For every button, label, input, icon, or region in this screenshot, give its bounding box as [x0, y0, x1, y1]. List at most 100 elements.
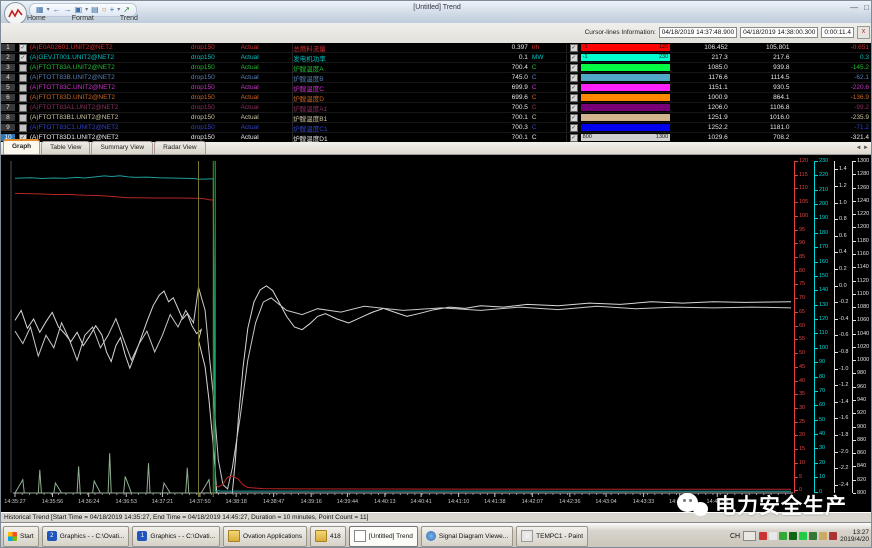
table-row[interactable]: 9(A)FTOTT83C1.UNIT2@NET2drop150Actual炉膛温…	[1, 123, 872, 133]
tab-scroll-arrows[interactable]: ◄ ►	[855, 145, 869, 151]
temp-axis-label: 920	[857, 410, 866, 416]
taskbar-button--untitled-trend[interactable]: ~[Untitled] Trend	[349, 526, 418, 547]
taskbar-button-ovation-applications[interactable]: Ovation Applications	[223, 526, 307, 547]
fuel-axis-label: 80	[799, 268, 805, 274]
tray-icon[interactable]	[809, 532, 817, 540]
scale-checkbox[interactable]: ✓	[570, 64, 578, 72]
fuel-axis-label: 110	[799, 185, 808, 191]
scale-color-bar[interactable]: 8001300	[581, 134, 671, 141]
tab-radar-view[interactable]: Radar View	[154, 141, 205, 154]
table-row[interactable]: 2✓(A)GEVJT001.UNIT2@NET2drop150Actual发电机…	[1, 53, 872, 63]
scale-color-bar[interactable]: -1230	[581, 54, 671, 61]
start-button[interactable]: Start	[3, 526, 39, 547]
minimize-button[interactable]: —	[850, 3, 858, 12]
visible-checkbox[interactable]	[19, 64, 27, 72]
visible-checkbox[interactable]	[19, 74, 27, 82]
scale-color-bar[interactable]: -1120	[581, 44, 671, 51]
close-icon[interactable]: x	[857, 26, 870, 39]
table-row[interactable]: 7(A)FTOTT83A1.UNIT2@NET2drop150Actual炉膛温…	[1, 103, 872, 113]
keyboard-icon[interactable]	[743, 531, 756, 541]
tray-icon[interactable]	[789, 532, 797, 540]
menu-format[interactable]: Format	[72, 14, 94, 23]
tray-icon[interactable]	[829, 532, 837, 540]
cursor2-time-field[interactable]: 04/18/2019 14:38:00.300	[740, 27, 818, 38]
scale-checkbox[interactable]: ✓	[570, 44, 578, 52]
scale-checkbox[interactable]: ✓	[570, 134, 578, 142]
cursor-difference: -321.4	[793, 134, 872, 141]
table-row[interactable]: 3(A)FTOTT83A.UNIT2@NET2drop150Actual炉膛温度…	[1, 63, 872, 73]
scale-checkbox[interactable]: ✓	[570, 54, 578, 62]
scale-checkbox[interactable]: ✓	[570, 104, 578, 112]
kpa-axis-line	[834, 161, 835, 493]
title-bar: ▦ ▾ ← → ▣ ▾ ▤ ○ + ▾ ↗ Home Format Trend …	[1, 1, 872, 24]
fuel-axis-label: 45	[799, 364, 805, 370]
tab-summary-view[interactable]: Summary View	[91, 141, 153, 154]
tray-icon[interactable]	[769, 532, 777, 540]
temp-axis-label: 1260	[857, 185, 869, 191]
tray-icon[interactable]	[799, 532, 807, 540]
temp-axis-label: 1020	[857, 344, 869, 350]
scale-color-bar[interactable]	[581, 94, 671, 101]
table-row[interactable]: 8(A)FTOTT83B1.UNIT2@NET2drop150Actual炉膛温…	[1, 113, 872, 123]
scale-checkbox[interactable]: ✓	[570, 74, 578, 82]
tab-table-view[interactable]: Table View	[41, 141, 90, 154]
taskbar-button-tempc1-paint[interactable]: pTEMPC1 - Paint	[516, 526, 588, 547]
visible-checkbox[interactable]: ✓	[19, 44, 27, 52]
taskbar-button-graphics-c-ovati-[interactable]: 2Graphics - - C:\Ovati...	[42, 526, 130, 547]
scale-color-bar[interactable]	[581, 124, 671, 131]
cursor-difference: -71.2	[793, 124, 872, 131]
row-number: 6	[1, 94, 16, 101]
language-indicator[interactable]: CH	[730, 533, 740, 540]
time-tick-label: 14:38:47	[263, 499, 284, 505]
scale-checkbox[interactable]: ✓	[570, 94, 578, 102]
visible-checkbox[interactable]	[19, 114, 27, 122]
scale-checkbox[interactable]: ✓	[570, 124, 578, 132]
visible-checkbox[interactable]	[19, 124, 27, 132]
menu-trend[interactable]: Trend	[120, 14, 138, 23]
scale-color-bar[interactable]	[581, 104, 671, 111]
tray-icon[interactable]	[819, 532, 827, 540]
visible-checkbox[interactable]	[19, 94, 27, 102]
cursor2-value: 1016.0	[732, 114, 794, 121]
cursor1-time-field[interactable]: 04/18/2019 14:37:48.900	[659, 27, 737, 38]
temp-axis-line	[852, 161, 853, 493]
scale-color-bar[interactable]	[581, 64, 671, 71]
kpa-axis-label: 0.2	[839, 266, 847, 272]
temp-axis-label: 900	[857, 424, 866, 430]
taskbar-clock[interactable]: 13:27 2019/4/20	[840, 529, 869, 543]
globe-icon	[426, 531, 436, 541]
ribbon-strip: Cursor-lines Information: 04/18/2019 14:…	[1, 23, 872, 44]
time-tick-label: 14:38:18	[225, 499, 246, 505]
temp-axis-label: 1100	[857, 291, 869, 297]
tab-graph[interactable]: Graph	[3, 139, 40, 154]
menu-home[interactable]: Home	[27, 14, 46, 23]
temp-axis-label: 960	[857, 384, 866, 390]
cursor-delta-field[interactable]: 0:00:11.4	[821, 27, 854, 38]
cursor1-value: 1000.9	[670, 94, 732, 101]
table-row[interactable]: 1✓(A)E0A02601.UNIT2@NET2drop150Actual总燃料…	[1, 43, 872, 53]
table-row[interactable]: 4(A)FTOTT83B.UNIT2@NET2drop150Actual炉膛温度…	[1, 73, 872, 83]
trend-graph-area[interactable]: 1201151101051009590858075706560555045403…	[1, 155, 872, 512]
visible-checkbox[interactable]: ✓	[19, 54, 27, 62]
table-row[interactable]: 5(A)FTOTT83C.UNIT2@NET2drop150Actual炉膛温度…	[1, 83, 872, 93]
taskbar-button-signal-diagram-viewe-[interactable]: Signal Diagram Viewe...	[421, 526, 513, 547]
tray-icon[interactable]	[779, 532, 787, 540]
visible-checkbox[interactable]	[19, 104, 27, 112]
fuel-axis-label: 35	[799, 391, 805, 397]
tray-icon[interactable]	[759, 532, 767, 540]
restore-button[interactable]: □	[864, 3, 869, 12]
scale-color-bar[interactable]	[581, 74, 671, 81]
scale-checkbox[interactable]: ✓	[570, 84, 578, 92]
scale-checkbox[interactable]: ✓	[570, 114, 578, 122]
taskbar-button-418[interactable]: 418	[310, 526, 346, 547]
scale-color-bar[interactable]	[581, 84, 671, 91]
scale-color-bar[interactable]	[581, 114, 671, 121]
visible-checkbox[interactable]	[19, 84, 27, 92]
mw-axis-label: 70	[819, 388, 825, 394]
trend-icon: ~	[354, 530, 366, 542]
signal-description: 炉膛温度A	[292, 63, 442, 73]
kpa-axis-label: -1.6	[839, 415, 848, 421]
taskbar-button-graphics-c-ovati-[interactable]: 1Graphics - - C:\Ovati...	[132, 526, 220, 547]
table-row[interactable]: 6(A)FTOTT83D.UNIT2@NET2drop150Actual炉膛温度…	[1, 93, 872, 103]
signal-description: 炉膛温度D	[292, 93, 442, 103]
